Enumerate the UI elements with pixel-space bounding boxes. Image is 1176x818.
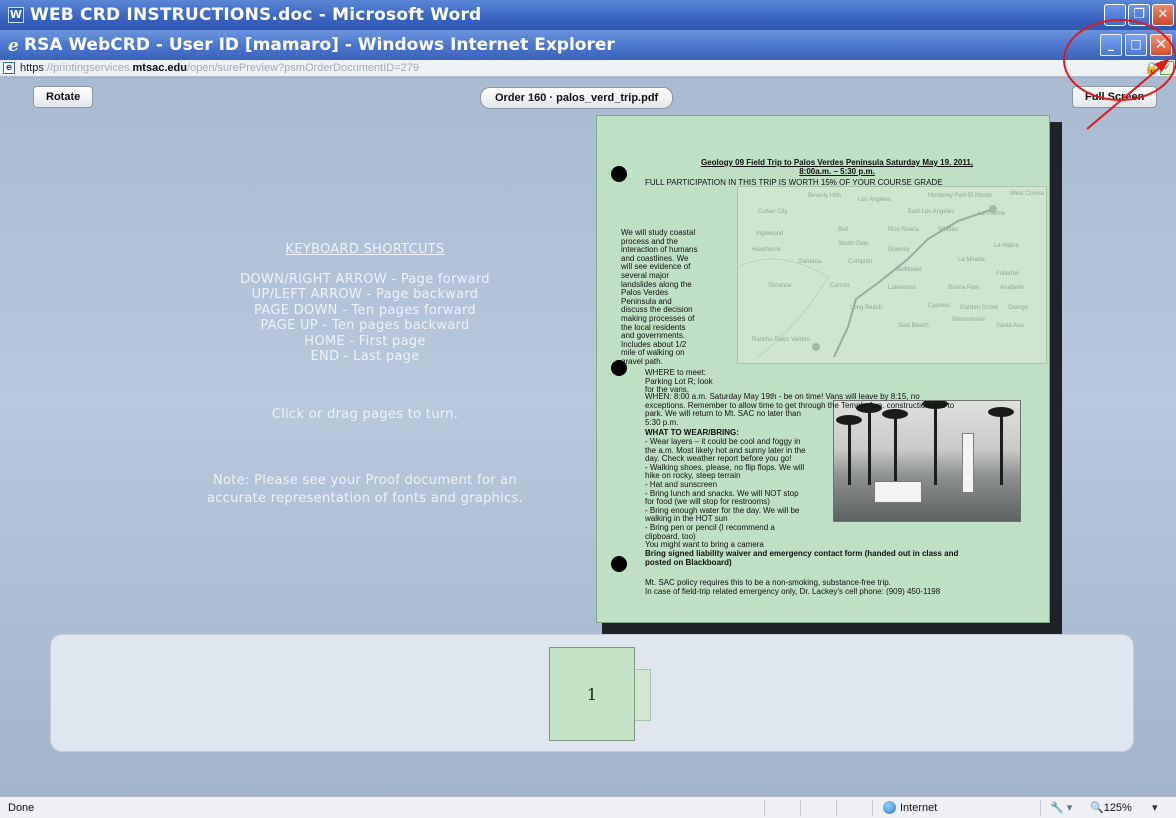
map-place-label: Santa Ana [996,323,1024,329]
document-viewer: Rotate Order 160 · palos_verd_trip.pdf F… [0,78,1176,796]
map-place-label: Seal Beach [898,323,929,329]
lock-icon[interactable]: 🔒 [1144,61,1159,75]
ie-maximize-button[interactable]: □ [1125,34,1147,56]
ie-logo-icon: e [8,36,19,56]
doc-text-line: gravel path. [621,357,663,366]
page-icon: e [3,62,15,74]
field-trip-map: Beverly Hills Los Angeles Monterey Park El … [737,186,1047,364]
doc-text-line: In case of field-trip related emergency … [645,586,941,596]
shortcut-item: END - Last page [310,349,420,364]
map-place-label: Los Angeles [858,197,891,203]
ie-window-title: RSA WebCRD - User ID [mamaro] - Windows … [24,35,615,55]
status-text: Done [8,802,35,814]
ie-close-button[interactable]: ✕ [1150,34,1172,56]
map-place-label: La Habra [994,243,1019,249]
map-place-label: Monterey Park [928,193,968,199]
doc-text-line: You might want to bring a camera [645,540,764,550]
doc-title-line: 8:00a.m. – 5:30 p.m. [799,167,875,176]
binder-hole [611,166,627,182]
map-place-label: Cypress [928,303,951,309]
doc-text-line: posted on Blackboard) [645,557,732,567]
globe-icon [883,801,896,814]
map-place-label: Fullerton [996,271,1020,277]
word-doc-icon: W [8,7,24,23]
map-place-label: Rancho Palos Verdes [752,337,810,343]
map-place-label: Inglewood [756,231,784,237]
shortcut-item: PAGE UP - Ten pages backward [260,318,470,333]
thumbnail-fold [635,669,651,721]
doc-text-line: 5:30 p.m. [645,417,679,427]
url-scheme: https [20,62,44,74]
map-place-label: Anaheim [1000,285,1024,291]
map-place-label: Long Beach [850,305,883,311]
rotate-button[interactable]: Rotate [33,86,94,108]
map-place-label: Orange [1008,305,1029,311]
map-place-label: Pico Rivera [888,227,919,233]
map-place-label: Beverly Hills [808,193,842,199]
map-place-label: West Covina [1010,191,1044,197]
word-close-button[interactable]: ✕ [1152,4,1174,26]
map-place-label: Downey [888,247,910,253]
status-bar: Done Internet 🔧 ▾ 🔍125% ▾ [0,796,1176,818]
full-screen-button[interactable]: Full Screen [1072,86,1158,108]
security-zone[interactable]: Internet [883,801,937,814]
map-place-label: Westminster [952,317,986,323]
map-place-label: Torrance [768,283,792,289]
protected-mode-button[interactable]: 🔧 ▾ [1050,801,1072,814]
map-place-label: Hawthorne [752,247,782,253]
word-restore-button[interactable]: ❐ [1128,4,1150,26]
zoom-level[interactable]: 🔍125% [1090,801,1132,814]
map-place-label: South Gate [838,241,869,247]
order-document-button[interactable]: Order 160 · palos_verd_trip.pdf [480,87,674,109]
drag-note: Click or drag pages to turn. [271,407,459,422]
thumbnail-strip[interactable]: 1 [50,634,1134,752]
document-page[interactable]: Geology 09 Field Trip to Palos Verdes Pe… [596,115,1050,623]
url-path: /open/surePreview?psmOrderDocumentID=279 [186,62,419,74]
map-place-label: Garden Grove [960,305,999,311]
map-place-label: Bellflower [896,267,923,273]
map-place-label: Culver City [758,209,788,215]
keyboard-shortcuts: KEYBOARD SHORTCUTS DOWN/RIGHT ARROW - Pa… [200,242,530,365]
certificate-icon[interactable]: ✓ [1160,61,1174,75]
map-place-label: East Los Angeles [908,209,955,215]
map-place-label: Compton [848,259,873,265]
url-separator: :// [43,62,54,74]
page-thumbnail[interactable]: 1 [549,647,635,741]
map-place-label: La Puente [978,211,1006,217]
doc-wear-title: WHAT TO WEAR/BRING: [645,428,739,437]
map-place-label: Gardena [798,259,822,265]
ie-minimize-button[interactable]: _ [1100,34,1122,56]
doc-title: Geology 09 Field Trip to Palos Verdes Pe… [637,158,1037,176]
shortcut-item: UP/LEFT ARROW - Page backward [251,287,479,302]
url-field[interactable]: https://printingservices.mtsac.edu/open/… [20,62,419,74]
map-place-label: Carson [830,283,850,289]
word-window-title: WEB CRD INSTRUCTIONS.doc - Microsoft Wor… [30,5,482,25]
map-place-label: El Monte [968,193,992,199]
address-bar[interactable]: e https://printingservices.mtsac.edu/ope… [0,60,1176,77]
map-place-label: Whittier [938,227,959,233]
map-place-label: Buena Park [948,285,980,291]
word-minimize-button[interactable]: _ [1104,4,1126,26]
lighthouse-photo [833,400,1021,522]
shortcut-item: PAGE DOWN - Ten pages forward [254,302,476,318]
shortcut-item: HOME - First page [304,333,426,349]
url-host-sub: printingservices. [53,62,133,74]
map-place-label: La Mirada [958,257,985,263]
shortcuts-title: KEYBOARD SHORTCUTS [285,242,445,257]
map-place-label: Lakewood [888,285,916,291]
word-window-titlebar[interactable]: W WEB CRD INSTRUCTIONS.doc - Microsoft W… [0,0,1176,30]
binder-hole [611,556,627,572]
doc-title-line: Geology 09 Field Trip to Palos Verdes Pe… [700,158,974,167]
proof-note: Note: Please see your Proof document for… [206,473,524,506]
zoom-dropdown-icon[interactable]: ▾ [1152,801,1158,814]
zone-label: Internet [900,801,938,814]
map-place-label: Bell [838,227,849,233]
shortcut-item: DOWN/RIGHT ARROW - Page forward [240,271,490,287]
url-host-main: mtsac.edu [132,62,187,74]
ie-window-titlebar[interactable]: e RSA WebCRD - User ID [mamaro] - Window… [0,30,1176,60]
